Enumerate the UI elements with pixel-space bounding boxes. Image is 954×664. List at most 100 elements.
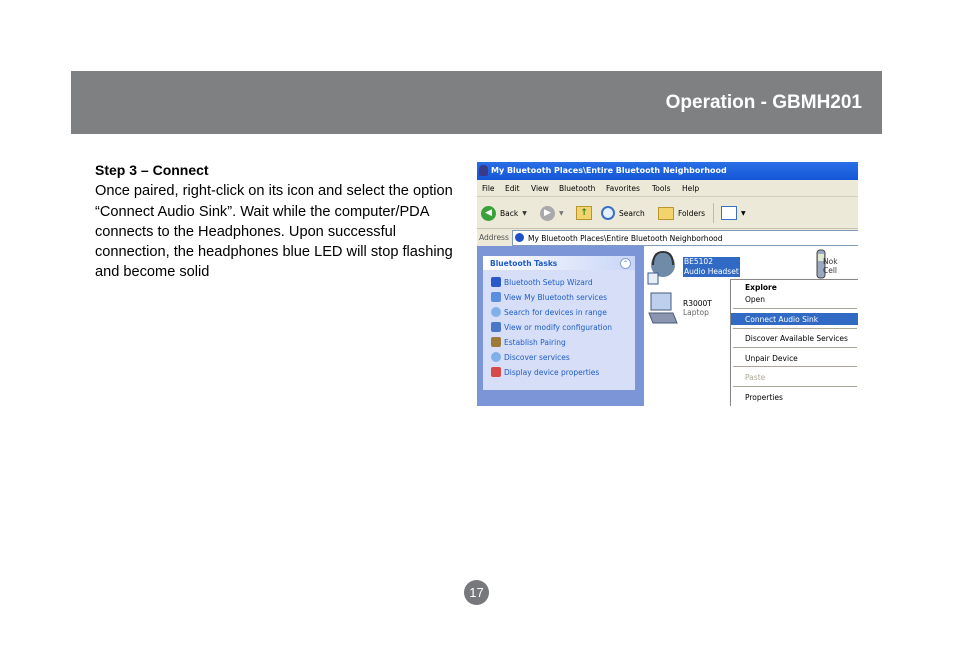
menu-item-paste: Paste <box>731 371 858 383</box>
bluetooth-icon <box>515 233 524 242</box>
device-type: Cell <box>823 266 838 275</box>
configuration-icon <box>491 322 501 332</box>
menu-item-label: Open <box>745 295 766 304</box>
toolbar-divider <box>713 203 714 223</box>
menu-item-unpair-device[interactable]: Unpair Device <box>731 352 858 364</box>
menu-view[interactable]: View <box>531 184 549 193</box>
chevron-down-icon: ▼ <box>522 209 527 217</box>
menu-item-label: Connect Audio Sink <box>745 315 819 324</box>
task-view-modify-configuration[interactable]: View or modify configuration <box>491 321 612 333</box>
device-headset[interactable] <box>647 249 679 285</box>
menu-bluetooth[interactable]: Bluetooth <box>559 184 595 193</box>
discover-icon <box>491 352 501 362</box>
menu-separator <box>733 308 857 309</box>
folders-icon <box>658 206 674 220</box>
menu-item-discover-available-services[interactable]: Discover Available Services <box>731 332 858 344</box>
address-field[interactable]: My Bluetooth Places\Entire Bluetooth Nei… <box>512 230 858 246</box>
instructions: Step 3 – Connect Once paired, right-clic… <box>95 160 455 283</box>
chevron-down-icon: ▼ <box>559 209 564 217</box>
step-paragraph: Once paired, right-click on its icon and… <box>95 183 453 281</box>
back-button[interactable]: ◀ Back ▼ <box>481 204 527 222</box>
task-label: Bluetooth Setup Wizard <box>504 277 593 287</box>
window-titlebar: My Bluetooth Places\Entire Bluetooth Nei… <box>477 162 858 180</box>
properties-icon <box>491 367 501 377</box>
search-label: Search <box>619 208 645 218</box>
menu-item-label: Discover Available Services <box>745 334 848 343</box>
address-value: My Bluetooth Places\Entire Bluetooth Nei… <box>528 234 723 243</box>
menu-separator <box>733 366 857 367</box>
task-label: Search for devices in range <box>504 307 607 317</box>
toolbar: ◀ Back ▼ ▶ ▼ ↑ Search Folders ▼ <box>477 196 858 229</box>
up-folder-icon: ↑ <box>576 206 592 220</box>
task-search-devices[interactable]: Search for devices in range <box>491 306 607 318</box>
up-folder-button[interactable]: ↑ <box>576 204 592 222</box>
header-bar: Operation - GBMH201 <box>71 71 882 134</box>
search-icon <box>491 307 501 317</box>
window-title: My Bluetooth Places\Entire Bluetooth Nei… <box>491 166 727 175</box>
chevron-down-icon: ▼ <box>741 209 746 217</box>
back-arrow-icon: ◀ <box>481 205 496 221</box>
task-display-device-properties[interactable]: Display device properties <box>491 366 599 378</box>
device-laptop-label: R3000T Laptop <box>683 299 712 317</box>
task-label: Display device properties <box>504 367 600 377</box>
task-label: View My Bluetooth services <box>504 292 608 302</box>
task-label: Establish Pairing <box>504 337 566 347</box>
menu-item-label: Unpair Device <box>745 354 798 363</box>
menu-help[interactable]: Help <box>682 184 699 193</box>
device-type: Laptop <box>683 308 709 317</box>
folders-button[interactable]: Folders <box>658 204 705 222</box>
menu-item-explore[interactable]: Explore <box>731 281 858 293</box>
menu-separator <box>733 328 857 329</box>
services-icon <box>491 292 501 302</box>
device-laptop[interactable] <box>647 291 681 327</box>
menu-item-label: Properties <box>745 393 783 402</box>
task-bluetooth-setup-wizard[interactable]: Bluetooth Setup Wizard <box>491 276 593 288</box>
wizard-icon <box>491 277 501 287</box>
bluetooth-tasks-header[interactable]: Bluetooth Tasks ⌃ <box>483 256 635 270</box>
menu-edit[interactable]: Edit <box>505 184 520 193</box>
address-label: Address <box>479 233 509 242</box>
menu-tools[interactable]: Tools <box>652 184 670 193</box>
menu-file[interactable]: File <box>482 184 495 193</box>
back-label: Back <box>500 208 519 218</box>
collapse-icon[interactable]: ⌃ <box>620 258 631 269</box>
task-view-my-bluetooth-services[interactable]: View My Bluetooth services <box>491 291 607 303</box>
device-name: R3000T <box>683 299 712 308</box>
views-button[interactable]: ▼ <box>721 204 746 222</box>
task-pane: Bluetooth Tasks ⌃ Bluetooth Setup Wizard… <box>477 246 644 406</box>
task-label: View or modify configuration <box>504 322 613 332</box>
forward-button[interactable]: ▶ ▼ <box>540 204 564 222</box>
bluetooth-window-icon <box>479 165 488 176</box>
pairing-icon <box>491 337 501 347</box>
laptop-icon <box>648 292 678 324</box>
menu-bar: File Edit View Bluetooth Favorites Tools… <box>477 180 858 196</box>
menu-separator <box>733 347 857 348</box>
menu-item-properties[interactable]: Properties <box>731 391 858 403</box>
folders-label: Folders <box>678 208 706 218</box>
views-icon <box>721 206 737 220</box>
menu-item-open[interactable]: Open <box>731 293 858 305</box>
page-number: 17 <box>464 580 489 605</box>
bluetooth-tasks-title: Bluetooth Tasks <box>490 259 558 268</box>
device-name: Nok <box>823 257 838 266</box>
device-phone-label: Nok Cell <box>823 257 838 275</box>
task-discover-services[interactable]: Discover services <box>491 351 570 363</box>
menu-item-connect-audio-sink[interactable]: Connect Audio Sink <box>731 313 858 325</box>
search-button[interactable]: Search <box>601 204 645 222</box>
page-title: Operation - GBMH201 <box>665 92 862 113</box>
task-establish-pairing[interactable]: Establish Pairing <box>491 336 566 348</box>
address-bar: Address My Bluetooth Places\Entire Bluet… <box>477 228 858 247</box>
menu-favorites[interactable]: Favorites <box>606 184 640 193</box>
bluetooth-tasks-panel: Bluetooth Tasks ⌃ Bluetooth Setup Wizard… <box>483 256 635 390</box>
menu-item-label: Paste <box>745 373 766 382</box>
menu-item-label: Explore <box>745 283 777 292</box>
forward-arrow-icon: ▶ <box>540 205 555 221</box>
device-type: Audio Headset <box>684 267 739 276</box>
headset-icon <box>647 250 675 285</box>
menu-separator <box>733 386 857 387</box>
task-label: Discover services <box>504 352 570 362</box>
device-headset-label[interactable]: BE5102 Audio Headset <box>683 257 740 277</box>
step-heading: Step 3 – Connect <box>95 162 209 178</box>
search-icon <box>601 206 615 220</box>
context-menu: Explore Open Connect Audio Sink Discover… <box>730 279 858 406</box>
